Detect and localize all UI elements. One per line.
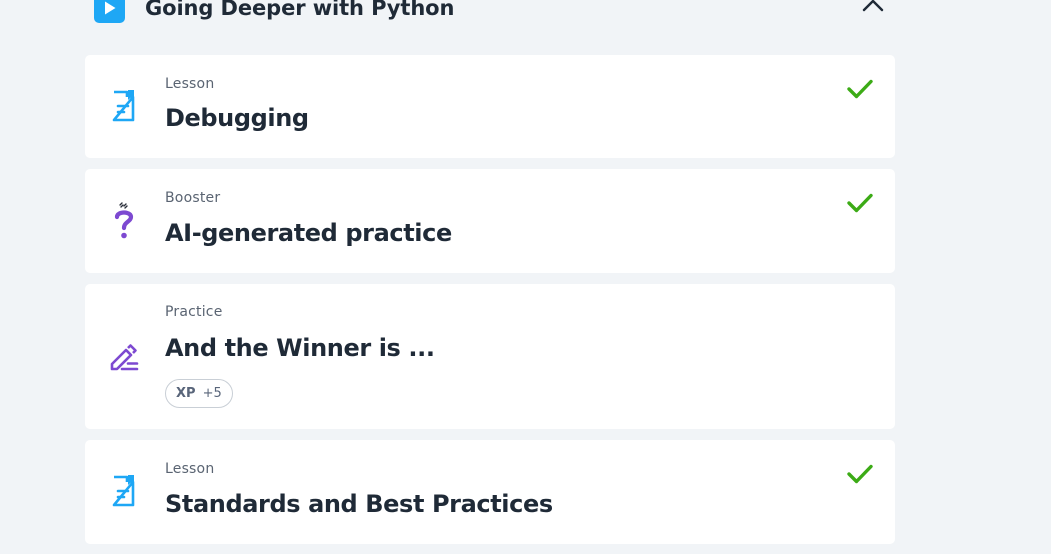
item-type-label: Lesson	[165, 76, 215, 92]
item-type-label: Practice	[165, 304, 223, 320]
check-icon	[847, 193, 873, 213]
list-item-standards-and-best-practices[interactable]: Lesson Standards and Best Practices	[85, 440, 895, 544]
section-title: Going Deeper with Python	[145, 0, 455, 20]
xp-label: XP	[176, 386, 196, 401]
item-title: And the Winner is ...	[165, 334, 435, 362]
list-item-ai-generated-practice[interactable]: Booster AI-generated practice	[85, 169, 895, 273]
check-icon	[847, 79, 873, 99]
section-header[interactable]: Going Deeper with Python	[94, 0, 886, 26]
xp-badge: XP +5	[165, 379, 233, 408]
item-type-label: Booster	[165, 190, 221, 206]
check-icon	[847, 464, 873, 484]
lesson-document-icon	[109, 473, 139, 509]
play-icon	[94, 0, 125, 23]
question-mark-sparkle-icon	[109, 202, 139, 239]
list-item-debugging[interactable]: Lesson Debugging	[85, 55, 895, 158]
pencil-edit-icon	[109, 339, 139, 375]
item-title: AI-generated practice	[165, 219, 452, 247]
item-title: Debugging	[165, 104, 309, 132]
lesson-document-icon	[109, 88, 139, 124]
list-item-and-the-winner-is[interactable]: Practice And the Winner is ... XP +5	[85, 284, 895, 429]
xp-value: +5	[202, 386, 222, 401]
chevron-up-icon[interactable]	[860, 0, 886, 13]
item-type-label: Lesson	[165, 461, 215, 477]
item-title: Standards and Best Practices	[165, 490, 553, 518]
